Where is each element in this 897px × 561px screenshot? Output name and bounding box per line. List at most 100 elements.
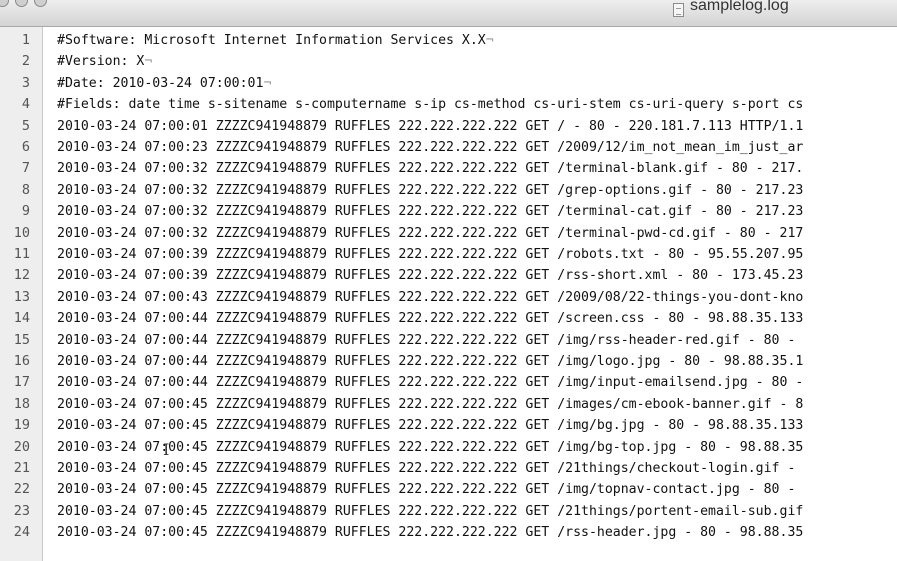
editor-line[interactable]: 16 2010-03-24 07:00:44 ZZZZC941948879 RUF… <box>0 351 897 372</box>
line-text[interactable]: 2010-03-24 07:00:45 ZZZZC941948879 RUFFL… <box>57 458 795 479</box>
window-title-area: samplelog.log <box>673 0 789 17</box>
minimize-button-icon[interactable] <box>15 0 28 7</box>
line-text[interactable]: #Version: X¬ <box>57 51 152 72</box>
line-number: 3 <box>21 74 30 91</box>
editor-line[interactable]: 13 2010-03-24 07:00:43 ZZZZC941948879 RUF… <box>0 287 897 308</box>
editor-line[interactable]: 15 2010-03-24 07:00:44 ZZZZC941948879 RUF… <box>0 330 897 351</box>
line-number: 17 <box>13 374 30 391</box>
line-text[interactable]: 2010-03-24 07:00:01 ZZZZC941948879 RUFFL… <box>57 116 803 137</box>
line-text[interactable]: 2010-03-24 07:00:45 ZZZZC941948879 RUFFL… <box>57 415 803 436</box>
line-text[interactable]: 2010-03-24 07:00:32 ZZZZC941948879 RUFFL… <box>57 158 803 179</box>
line-content: #Date: 2010-03-24 07:00:01 <box>57 75 264 91</box>
editor-line[interactable]: 18 2010-03-24 07:00:45 ZZZZC941948879 RUF… <box>0 394 897 415</box>
line-content: 2010-03-24 07:00:45 ZZZZC941948879 RUFFL… <box>57 482 796 498</box>
line-number: 8 <box>21 181 30 198</box>
line-text[interactable]: #Date: 2010-03-24 07:00:01¬ <box>57 73 271 94</box>
line-text[interactable]: #Fields: date time s-sitename s-computer… <box>57 94 803 115</box>
line-content: 2010-03-24 07:00:44 ZZZZC941948879 RUFFL… <box>57 375 804 391</box>
end-of-line-marker: ¬ <box>485 33 494 48</box>
line-text[interactable]: 2010-03-24 07:00:44 ZZZZC941948879 RUFFL… <box>57 330 795 351</box>
editor-line[interactable]: 23 2010-03-24 07:00:45 ZZZZC941948879 RUF… <box>0 501 897 522</box>
line-text[interactable]: 2010-03-24 07:00:43 ZZZZC941948879 RUFFL… <box>57 287 803 308</box>
window-controls <box>0 0 47 7</box>
document-icon <box>673 3 684 17</box>
line-text[interactable]: 2010-03-24 07:00:32 ZZZZC941948879 RUFFL… <box>57 180 803 201</box>
line-text[interactable]: 2010-03-24 07:00:39 ZZZZC941948879 RUFFL… <box>57 244 803 265</box>
line-text[interactable]: 2010-03-24 07:00:23 ZZZZC941948879 RUFFL… <box>57 137 803 158</box>
line-content: #Version: X <box>57 54 145 70</box>
editor-line[interactable]: 21 2010-03-24 07:00:45 ZZZZC941948879 RUF… <box>0 458 897 479</box>
line-content: 2010-03-24 07:00:44 ZZZZC941948879 RUFFL… <box>57 332 796 348</box>
line-content: 2010-03-24 07:00:39 ZZZZC941948879 RUFFL… <box>57 247 804 262</box>
line-text[interactable]: 2010-03-24 07:00:32 ZZZZC941948879 RUFFL… <box>57 223 803 244</box>
line-text[interactable]: 2010-03-24 07:00:32 ZZZZC941948879 RUFFL… <box>57 201 803 222</box>
text-editor-area[interactable]: 1 #Software: Microsoft Internet Informati… <box>0 28 897 561</box>
editor-line[interactable]: 4 #Fields: date time s-sitename s-compute… <box>0 94 897 115</box>
editor-line[interactable]: 6 2010-03-24 07:00:23 ZZZZC941948879 RUFF… <box>0 137 897 158</box>
line-number: 18 <box>13 395 30 412</box>
editor-line[interactable]: 24 2010-03-24 07:00:45 ZZZZC941948879 RUF… <box>0 522 897 543</box>
line-content: 2010-03-24 07:00:44 ZZZZC941948879 RUFFL… <box>57 354 804 369</box>
editor-line[interactable]: 22 2010-03-24 07:00:45 ZZZZC941948879 RUF… <box>0 479 897 500</box>
editor-line[interactable]: 12 2010-03-24 07:00:39 ZZZZC941948879 RUF… <box>0 265 897 286</box>
line-number: 16 <box>13 353 30 369</box>
zoom-button-icon[interactable] <box>34 0 47 7</box>
line-number: 11 <box>13 246 30 262</box>
line-number: 23 <box>13 502 30 519</box>
line-number: 9 <box>21 203 30 220</box>
line-text[interactable]: 2010-03-24 07:00:45 ZZZZC941948879 RUFFL… <box>57 522 803 543</box>
line-text[interactable]: 2010-03-24 07:00:45 ZZZZC941948879 RUFFL… <box>57 501 803 522</box>
line-number: 22 <box>13 481 30 498</box>
line-number: 24 <box>13 524 30 541</box>
line-content: 2010-03-24 07:00:45 ZZZZC941948879 RUFFL… <box>57 525 804 541</box>
line-number: 21 <box>13 460 30 476</box>
line-content: 2010-03-24 07:00:32 ZZZZC941948879 RUFFL… <box>57 182 804 198</box>
editor-line[interactable]: 8 2010-03-24 07:00:32 ZZZZC941948879 RUFF… <box>0 180 897 201</box>
end-of-line-marker: ¬ <box>263 75 272 91</box>
editor-line[interactable]: 19 2010-03-24 07:00:45 ZZZZC941948879 RUF… <box>0 415 897 436</box>
line-number: 6 <box>21 139 30 155</box>
line-text[interactable]: 2010-03-24 07:00:45 ZZZZC941948879 RUFFL… <box>57 479 795 500</box>
editor-line[interactable]: 14 2010-03-24 07:00:44 ZZZZC941948879 RUF… <box>0 308 897 329</box>
editor-line[interactable]: 3 #Date: 2010-03-24 07:00:01¬ <box>0 73 897 94</box>
line-number: 15 <box>13 331 30 348</box>
line-text[interactable]: 2010-03-24 07:00:44 ZZZZC941948879 RUFFL… <box>57 308 803 329</box>
editor-line[interactable]: 2 #Version: X¬ <box>0 51 897 72</box>
line-number: 10 <box>13 224 30 241</box>
line-content: 2010-03-24 07:00:01 ZZZZC941948879 RUFFL… <box>57 118 804 134</box>
line-number: 20 <box>13 438 30 455</box>
line-number: 7 <box>21 160 30 177</box>
editor-line[interactable]: 9 2010-03-24 07:00:32 ZZZZC941948879 RUFF… <box>0 201 897 222</box>
editor-line[interactable]: 11 2010-03-24 07:00:39 ZZZZC941948879 RUF… <box>0 244 897 265</box>
line-text[interactable]: 2010-03-24 07:00:44 ZZZZC941948879 RUFFL… <box>57 351 803 372</box>
line-text[interactable]: 2010-03-24 07:00:44 ZZZZC941948879 RUFFL… <box>57 372 803 393</box>
line-text[interactable]: #Software: Microsoft Internet Informatio… <box>57 30 494 51</box>
end-of-line-marker: ¬ <box>144 54 153 70</box>
line-number: 13 <box>13 288 30 305</box>
line-number: 19 <box>13 417 30 434</box>
editor-line[interactable]: 1 #Software: Microsoft Internet Informati… <box>0 30 897 51</box>
editor-line[interactable]: 7 2010-03-24 07:00:32 ZZZZC941948879 RUFF… <box>0 158 897 179</box>
line-number: 1 <box>21 32 30 48</box>
line-content: #Software: Microsoft Internet Informatio… <box>57 33 486 48</box>
close-button-icon[interactable] <box>0 0 9 7</box>
editor-line[interactable]: 20 2010-03-24 07:00:45 ZZZZC941948879 RUF… <box>0 437 897 458</box>
line-content: 2010-03-24 07:00:44 ZZZZC941948879 RUFFL… <box>57 311 804 327</box>
window-title: samplelog.log <box>690 0 789 14</box>
editor-line[interactable]: 17 2010-03-24 07:00:44 ZZZZC941948879 RUF… <box>0 372 897 393</box>
line-content: 2010-03-24 07:00:39 ZZZZC941948879 RUFFL… <box>57 268 804 284</box>
ibeam-cursor-icon: I <box>163 440 170 459</box>
line-content: 2010-03-24 07:00:45 ZZZZC941948879 RUFFL… <box>57 418 804 434</box>
line-number: 5 <box>21 117 30 134</box>
line-text[interactable]: 2010-03-24 07:00:39 ZZZZC941948879 RUFFL… <box>57 265 803 286</box>
line-number: 2 <box>21 53 30 70</box>
line-number: 4 <box>21 96 30 113</box>
line-content: 2010-03-24 07:00:45 ZZZZC941948879 RUFFL… <box>57 396 804 412</box>
window-titlebar: samplelog.log <box>0 0 897 27</box>
line-content: 2010-03-24 07:00:45 ZZZZC941948879 RUFFL… <box>57 461 796 476</box>
line-content: 2010-03-24 07:00:23 ZZZZC941948879 RUFFL… <box>57 140 804 155</box>
line-content: #Fields: date time s-sitename s-computer… <box>57 97 804 113</box>
editor-line[interactable]: 10 2010-03-24 07:00:32 ZZZZC941948879 RUF… <box>0 223 897 244</box>
editor-line[interactable]: 5 2010-03-24 07:00:01 ZZZZC941948879 RUFF… <box>0 116 897 137</box>
line-text[interactable]: 2010-03-24 07:00:45 ZZZZC941948879 RUFFL… <box>57 394 803 415</box>
